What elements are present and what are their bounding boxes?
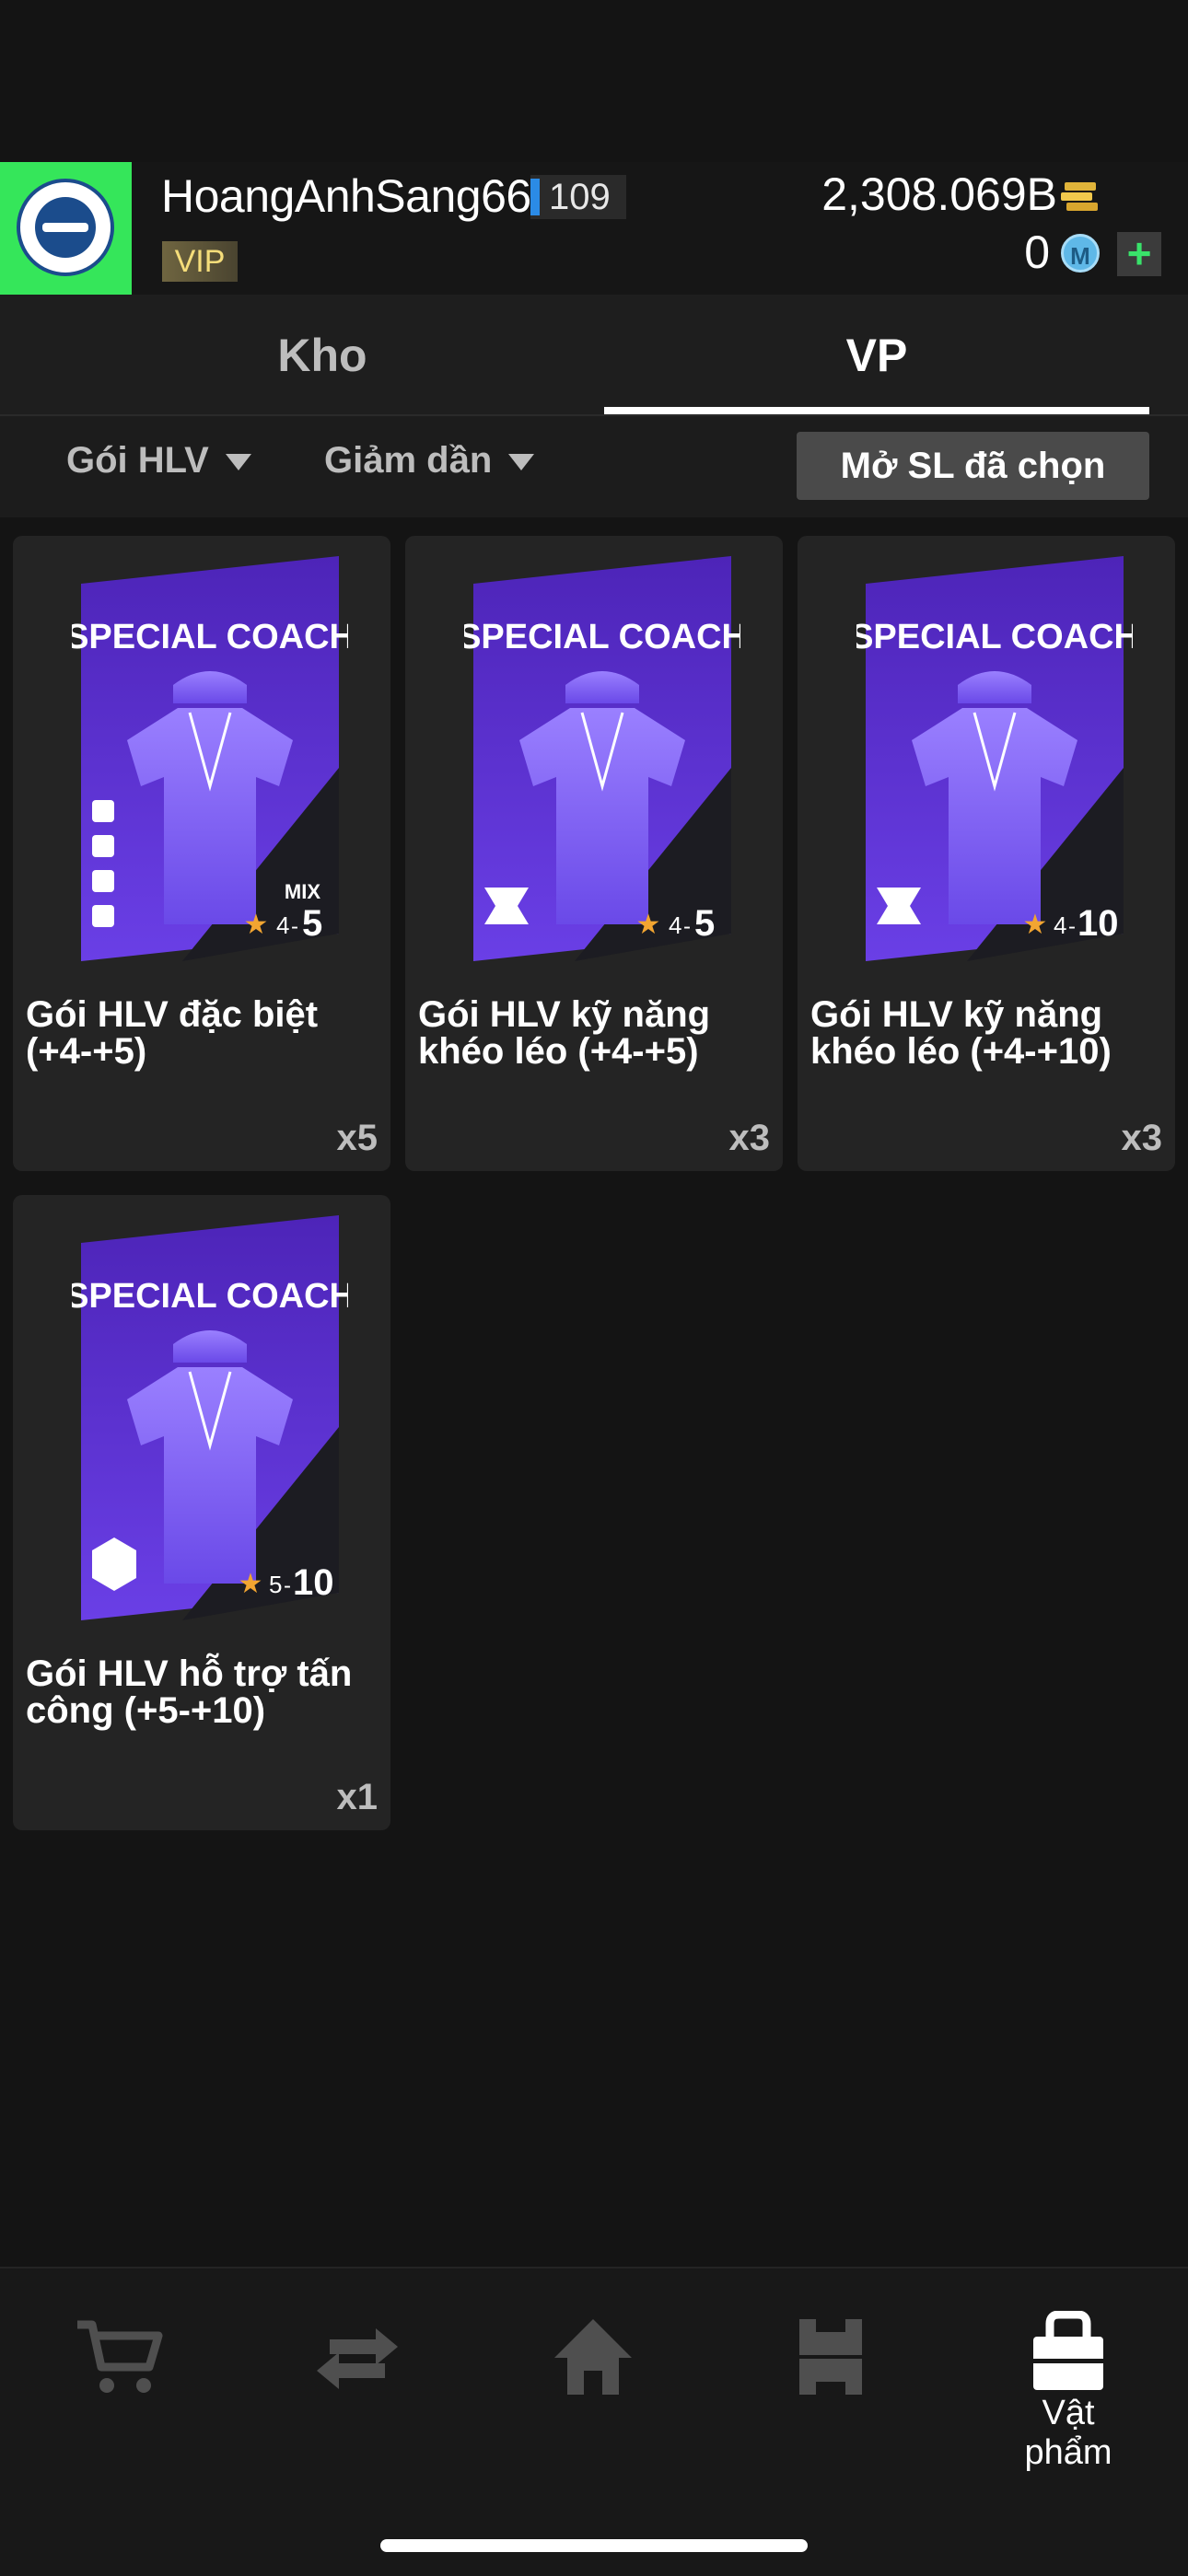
pack-name: Gói HLV đặc biệt (+4-+5)	[26, 994, 319, 1072]
sort-label: Giảm dần	[324, 440, 493, 481]
range-low: 4	[1054, 911, 1066, 939]
transfer-icon[interactable]	[311, 2315, 403, 2398]
pack-name: Gói HLV hỗ trợ tấn công (+5-+10)	[26, 1654, 353, 1731]
club-crest-icon	[17, 179, 114, 276]
sort-dropdown[interactable]: Giảm dần	[324, 440, 535, 482]
type-filter-dropdown[interactable]: Gói HLV	[66, 440, 251, 482]
coach-card-art: SPECIAL COACH ★ 4 - 10	[856, 556, 1133, 961]
range-low: 4	[669, 911, 681, 939]
mc-currency-icon: M	[1061, 234, 1100, 273]
svg-text:-: -	[683, 914, 691, 939]
range-low: 5	[269, 1571, 282, 1598]
range-low: 4	[276, 911, 289, 939]
home-icon[interactable]	[547, 2315, 639, 2398]
coach-card-art: SPECIAL COACH ★ 5 - 10	[72, 1215, 348, 1620]
svg-text:-: -	[1068, 914, 1076, 939]
star-icon: ★	[636, 910, 661, 940]
coin-balance: 2,308.069B	[821, 168, 1057, 220]
shop-cart-icon[interactable]	[74, 2315, 166, 2398]
formation-icon[interactable]	[785, 2315, 877, 2398]
caret-down-icon	[225, 454, 251, 471]
star-icon: ★	[1023, 910, 1048, 940]
card-header-label: SPECIAL COACH	[72, 1277, 348, 1316]
svg-text:-: -	[291, 914, 298, 939]
range-high: 5	[302, 903, 322, 944]
items-bag-icon[interactable]	[1022, 2311, 1114, 2394]
skill-icon	[92, 800, 114, 822]
vip-badge[interactable]: VIP	[162, 241, 238, 282]
svg-text:-: -	[284, 1573, 291, 1598]
mix-label: MIX	[285, 880, 320, 903]
coach-pack-card[interactable]: SPECIAL COACH ★ 5 - 10 Gói HLV hỗ trợ tấ…	[13, 1195, 390, 1830]
pack-name: Gói HLV kỹ năng khéo léo (+4-+5)	[418, 994, 711, 1072]
range-high: 10	[293, 1562, 334, 1603]
coach-card-art: SPECIAL COACH ★ 4 - 5	[464, 556, 740, 961]
home-indicator[interactable]	[380, 2539, 808, 2552]
open-selected-button[interactable]: Mở SL đã chọn	[797, 432, 1149, 500]
coach-pack-card[interactable]: SPECIAL COACH ★ 4 - 5 Gói HLV kỹ năng kh…	[405, 536, 783, 1171]
type-filter-label: Gói HLV	[66, 440, 209, 481]
skill-icon	[92, 870, 114, 892]
add-currency-button[interactable]: +	[1117, 232, 1161, 276]
coach-pack-card[interactable]: SPECIAL COACH ★ 4 - 10 Gói HLV kỹ năng k…	[798, 536, 1175, 1171]
range-high: 10	[1077, 903, 1119, 944]
range-high: 5	[694, 903, 715, 944]
card-header-label: SPECIAL COACH	[856, 618, 1133, 656]
coach-card-art: SPECIAL COACH MIX ★ 4 - 5	[72, 556, 348, 961]
pack-name: Gói HLV kỹ năng khéo léo (+4-+10)	[810, 994, 1112, 1072]
caret-down-icon	[508, 454, 535, 471]
star-icon: ★	[239, 1569, 263, 1599]
pack-quantity: x1	[336, 1777, 379, 1817]
pack-quantity: x3	[1121, 1118, 1163, 1158]
skill-icon	[92, 905, 114, 927]
club-logo[interactable]	[0, 162, 132, 295]
pack-quantity: x3	[728, 1118, 771, 1158]
card-header-label: SPECIAL COACH	[464, 618, 740, 656]
card-header-label: SPECIAL COACH	[72, 618, 348, 656]
nav-items-label[interactable]: Vật phẩm	[995, 2394, 1142, 2473]
star-icon: ★	[244, 910, 269, 940]
username: HoangAnhSang66	[161, 170, 531, 222]
mc-points: 0	[1024, 226, 1050, 278]
coins-icon	[1061, 182, 1098, 211]
pack-quantity: x5	[336, 1118, 379, 1158]
tab-bar: Kho VP	[0, 295, 1188, 414]
level-badge: 109	[530, 175, 626, 219]
tab-kho[interactable]: Kho	[0, 295, 645, 414]
coach-pack-card[interactable]: SPECIAL COACH MIX ★ 4 - 5 Gói HLV đặc bi…	[13, 536, 390, 1171]
tab-vp[interactable]: VP	[604, 295, 1149, 414]
active-tab-indicator	[604, 407, 1149, 414]
skill-icon	[92, 835, 114, 857]
level-value: 109	[549, 177, 611, 217]
